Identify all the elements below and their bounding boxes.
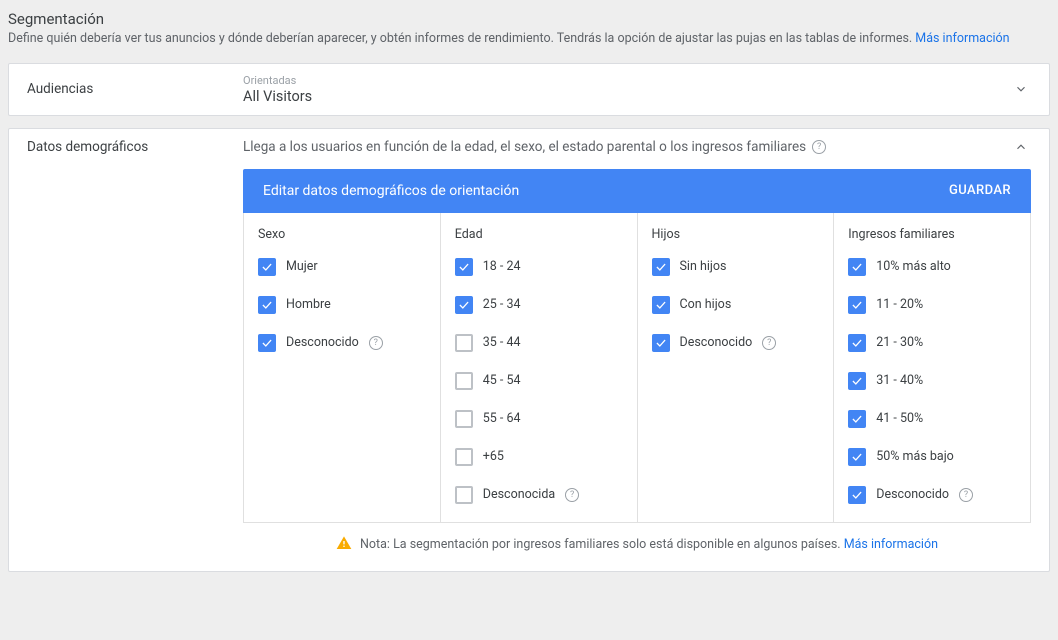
checkbox[interactable] bbox=[455, 372, 473, 390]
option-row: 50% más bajo bbox=[848, 448, 1016, 466]
option-row: 35 - 44 bbox=[455, 334, 623, 352]
option-row: 10% más alto bbox=[848, 258, 1016, 276]
column-header: Sexo bbox=[258, 227, 426, 242]
option-label: Desconocida bbox=[483, 487, 555, 502]
option-label: Desconocido bbox=[680, 335, 753, 350]
option-row: Mujer bbox=[258, 258, 426, 276]
checkbox[interactable] bbox=[848, 410, 866, 428]
checkbox[interactable] bbox=[258, 258, 276, 276]
checkbox[interactable] bbox=[848, 296, 866, 314]
checkbox[interactable] bbox=[848, 372, 866, 390]
option-row: 31 - 40% bbox=[848, 372, 1016, 390]
audiences-card[interactable]: Audiencias Orientadas All Visitors bbox=[8, 63, 1050, 116]
column-header: Ingresos familiares bbox=[848, 227, 1016, 242]
option-label: 10% más alto bbox=[876, 259, 951, 274]
section-description: Define quién debería ver tus anuncios y … bbox=[8, 30, 1050, 49]
demographics-column: Sexo Mujer Hombre Desconocido? bbox=[244, 213, 441, 522]
help-icon[interactable]: ? bbox=[959, 488, 973, 502]
option-row: +65 bbox=[455, 448, 623, 466]
chevron-down-icon bbox=[1011, 82, 1031, 96]
checkbox[interactable] bbox=[652, 334, 670, 352]
option-label: +65 bbox=[483, 449, 504, 464]
demographics-column: Ingresos familiares 10% más alto 11 - 20% 2… bbox=[834, 213, 1030, 522]
checkbox[interactable] bbox=[455, 410, 473, 428]
audiences-value: All Visitors bbox=[243, 88, 1011, 105]
audiences-sublabel: Orientadas bbox=[243, 74, 1011, 87]
option-label: 21 - 30% bbox=[876, 335, 923, 350]
help-icon[interactable]: ? bbox=[369, 336, 383, 350]
option-row: Desconocido? bbox=[848, 486, 1016, 504]
chevron-up-icon bbox=[1011, 140, 1031, 154]
editor-header: Editar datos demográficos de orientación… bbox=[243, 169, 1031, 213]
more-info-link[interactable]: Más información bbox=[915, 31, 1009, 46]
demographics-column: Hijos Sin hijos Con hijos Desconocido? bbox=[638, 213, 835, 522]
option-label: 25 - 34 bbox=[483, 297, 521, 312]
option-row: Desconocido? bbox=[258, 334, 426, 352]
help-icon[interactable]: ? bbox=[762, 336, 776, 350]
checkbox[interactable] bbox=[652, 296, 670, 314]
demographics-column: Edad 18 - 24 25 - 34 35 - 44 45 - 54 55 - 64 +… bbox=[441, 213, 638, 522]
checkbox[interactable] bbox=[258, 334, 276, 352]
option-label: 55 - 64 bbox=[483, 411, 521, 426]
option-label: 31 - 40% bbox=[876, 373, 923, 388]
option-row: Desconocido? bbox=[652, 334, 820, 352]
checkbox[interactable] bbox=[258, 296, 276, 314]
column-header: Hijos bbox=[652, 227, 820, 242]
option-row: Desconocida? bbox=[455, 486, 623, 504]
option-label: Con hijos bbox=[680, 297, 732, 312]
option-label: Desconocido bbox=[286, 335, 359, 350]
note-link[interactable]: Más información bbox=[844, 537, 938, 552]
option-row: 11 - 20% bbox=[848, 296, 1016, 314]
checkbox[interactable] bbox=[848, 486, 866, 504]
checkbox[interactable] bbox=[848, 258, 866, 276]
option-label: Hombre bbox=[286, 297, 331, 312]
option-label: 18 - 24 bbox=[483, 259, 521, 274]
demographics-label: Datos demográficos bbox=[27, 139, 243, 155]
help-icon[interactable]: ? bbox=[565, 488, 579, 502]
checkbox[interactable] bbox=[455, 296, 473, 314]
option-row: Hombre bbox=[258, 296, 426, 314]
warning-icon bbox=[336, 535, 352, 555]
demographics-description: Llega a los usuarios en función de la ed… bbox=[243, 139, 806, 155]
option-label: Mujer bbox=[286, 259, 318, 274]
option-row: Sin hijos bbox=[652, 258, 820, 276]
option-label: 41 - 50% bbox=[876, 411, 923, 426]
option-row: 21 - 30% bbox=[848, 334, 1016, 352]
section-title: Segmentación bbox=[8, 10, 1050, 28]
checkbox[interactable] bbox=[455, 486, 473, 504]
option-label: Desconocido bbox=[876, 487, 949, 502]
checkbox[interactable] bbox=[455, 448, 473, 466]
note-row: Nota: La segmentación por ingresos famil… bbox=[243, 523, 1031, 557]
demographics-columns: Sexo Mujer Hombre Desconocido? Edad 18 - 24 25… bbox=[243, 213, 1031, 523]
checkbox[interactable] bbox=[848, 448, 866, 466]
demographics-card: Datos demográficos Llega a los usuarios … bbox=[8, 128, 1050, 572]
option-label: 45 - 54 bbox=[483, 373, 521, 388]
help-icon[interactable]: ? bbox=[812, 140, 826, 154]
checkbox[interactable] bbox=[652, 258, 670, 276]
option-row: 45 - 54 bbox=[455, 372, 623, 390]
checkbox[interactable] bbox=[455, 334, 473, 352]
section-description-text: Define quién debería ver tus anuncios y … bbox=[8, 31, 915, 46]
editor-title: Editar datos demográficos de orientación bbox=[263, 183, 519, 199]
option-label: 11 - 20% bbox=[876, 297, 923, 312]
checkbox[interactable] bbox=[848, 334, 866, 352]
option-row: 55 - 64 bbox=[455, 410, 623, 428]
option-row: 25 - 34 bbox=[455, 296, 623, 314]
column-header: Edad bbox=[455, 227, 623, 242]
demographics-header-row[interactable]: Datos demográficos Llega a los usuarios … bbox=[9, 129, 1049, 165]
checkbox[interactable] bbox=[455, 258, 473, 276]
option-row: Con hijos bbox=[652, 296, 820, 314]
option-label: 35 - 44 bbox=[483, 335, 521, 350]
audiences-label: Audiencias bbox=[27, 81, 243, 97]
note-prefix: Nota: bbox=[360, 537, 393, 552]
option-row: 41 - 50% bbox=[848, 410, 1016, 428]
save-button[interactable]: GUARDAR bbox=[949, 183, 1011, 198]
option-label: 50% más bajo bbox=[876, 449, 954, 464]
option-label: Sin hijos bbox=[680, 259, 727, 274]
note-text: La segmentación por ingresos familiares … bbox=[393, 537, 844, 552]
option-row: 18 - 24 bbox=[455, 258, 623, 276]
